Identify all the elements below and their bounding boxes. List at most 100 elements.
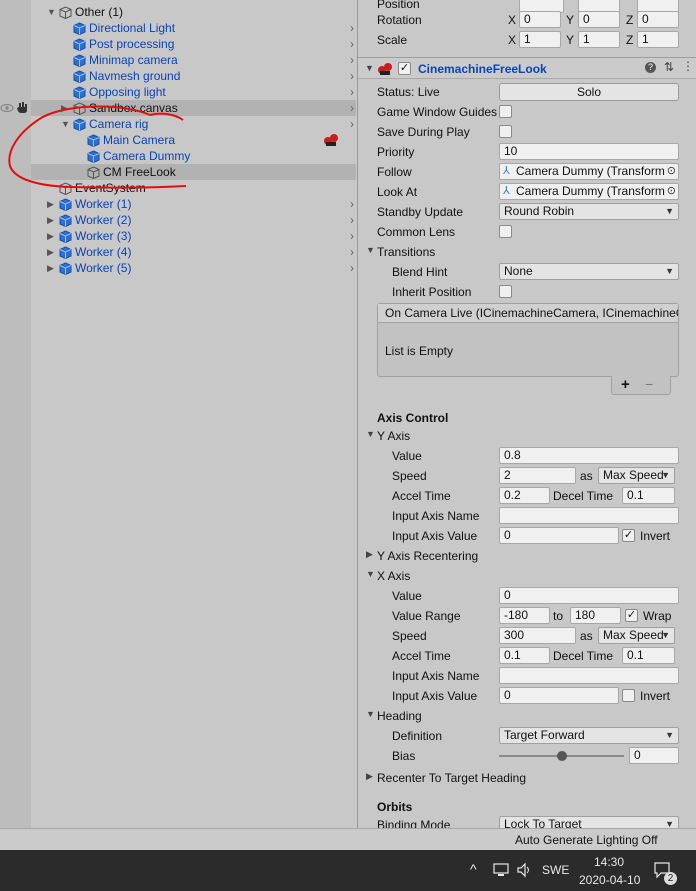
x-speed-field[interactable]: 300 — [499, 627, 576, 644]
x-axis-fold-icon[interactable]: ▼ — [366, 569, 375, 579]
open-prefab-chevron-icon[interactable]: › — [350, 68, 354, 84]
look-at-field[interactable]: Camera Dummy (Transform) ⅄ ⊙ — [499, 183, 679, 200]
open-prefab-chevron-icon[interactable]: › — [350, 100, 354, 116]
preset-icon[interactable]: ⇅ — [664, 60, 674, 74]
y-invert-checkbox[interactable]: ✓ — [622, 529, 635, 542]
y-input-value-field[interactable]: 0 — [499, 527, 619, 544]
transitions-label: Transitions — [377, 245, 436, 259]
hierarchy-item[interactable]: Minimap camera › — [31, 52, 356, 68]
fold-triangle-icon[interactable]: ▼ — [365, 63, 374, 73]
clock-date[interactable]: 2020-04-10 — [579, 873, 640, 887]
scale-x-field[interactable]: 1 — [519, 31, 561, 48]
prefab-cube-icon — [59, 214, 72, 227]
y-accel-label: Accel Time — [392, 489, 451, 503]
component-header[interactable]: ▼ ✓ CinemachineFreeLook ? ⇅ ⋮ — [358, 57, 696, 79]
x-accel-field[interactable]: 0.1 — [499, 647, 550, 664]
x-range-min-field[interactable]: -180 — [499, 607, 550, 624]
binding-mode-dropdown[interactable]: Lock To Target ▼ — [499, 816, 679, 828]
bias-field[interactable]: 0 — [629, 747, 679, 764]
component-enabled-checkbox[interactable]: ✓ — [398, 62, 411, 75]
dropdown-caret-icon: ▼ — [665, 819, 674, 828]
definition-dropdown[interactable]: Target Forward ▼ — [499, 727, 679, 744]
rotation-z-field[interactable]: 0 — [637, 11, 679, 28]
x-speed-mode-dropdown[interactable]: Max Speed ▼ — [598, 627, 675, 644]
hierarchy-item-label: Worker (5) — [75, 261, 132, 275]
hierarchy-item[interactable]: Opposing light › — [31, 84, 356, 100]
x-range-max-field[interactable]: 180 — [570, 607, 621, 624]
x-input-value-field[interactable]: 0 — [499, 687, 619, 704]
y-recentering-fold-icon[interactable]: ▶ — [366, 549, 373, 560]
transitions-fold-icon[interactable]: ▼ — [366, 245, 375, 255]
expand-arrow-icon[interactable]: ▶ — [47, 244, 54, 260]
hierarchy-item[interactable]: ▶ Worker (4) › — [31, 244, 356, 260]
hierarchy-item[interactable]: ▼ Other (1) — [31, 4, 356, 20]
y-value-field[interactable]: 0.8 — [499, 447, 679, 464]
x-wrap-checkbox[interactable]: ✓ — [625, 609, 638, 622]
expand-arrow-icon[interactable]: ▶ — [47, 260, 54, 276]
save-during-play-checkbox[interactable] — [499, 125, 512, 138]
solo-button[interactable]: Solo — [499, 83, 679, 101]
object-picker-icon[interactable]: ⊙ — [664, 184, 676, 199]
open-prefab-chevron-icon[interactable]: › — [350, 260, 354, 276]
add-listener-button[interactable]: + — [621, 376, 630, 393]
open-prefab-chevron-icon[interactable]: › — [350, 52, 354, 68]
hierarchy-item[interactable]: Navmesh ground › — [31, 68, 356, 84]
help-icon[interactable]: ? — [645, 62, 656, 73]
scale-y-field[interactable]: 1 — [578, 31, 620, 48]
hierarchy-item[interactable]: ▶ Worker (5) › — [31, 260, 356, 276]
x-value-field[interactable]: 0 — [499, 587, 679, 604]
x-decel-field[interactable]: 0.1 — [622, 647, 675, 664]
open-prefab-chevron-icon[interactable]: › — [350, 36, 354, 52]
open-prefab-chevron-icon[interactable]: › — [350, 212, 354, 228]
volume-icon[interactable] — [516, 862, 532, 878]
expand-arrow-icon[interactable]: ▶ — [47, 228, 54, 244]
priority-field[interactable]: 10 — [499, 143, 679, 160]
object-picker-icon[interactable]: ⊙ — [664, 164, 676, 179]
open-prefab-chevron-icon[interactable]: › — [350, 116, 354, 132]
on-camera-live-event: On Camera Live (ICinemachineCamera, ICin… — [377, 303, 679, 377]
open-prefab-chevron-icon[interactable]: › — [350, 228, 354, 244]
open-prefab-chevron-icon[interactable]: › — [350, 196, 354, 212]
expand-arrow-icon[interactable]: ▶ — [47, 212, 54, 228]
y-axis-fold-icon[interactable]: ▼ — [366, 429, 375, 439]
recenter-fold-icon[interactable]: ▶ — [366, 771, 373, 782]
hierarchy-item-label: Worker (3) — [75, 229, 132, 243]
rotation-x-field[interactable]: 0 — [519, 11, 561, 28]
remove-listener-button[interactable]: − — [645, 376, 653, 392]
hierarchy-item[interactable]: Directional Light › — [31, 20, 356, 36]
open-prefab-chevron-icon[interactable]: › — [350, 20, 354, 36]
language-indicator[interactable]: SWE — [542, 863, 569, 877]
blend-hint-label: Blend Hint — [392, 265, 448, 279]
scale-z-field[interactable]: 1 — [637, 31, 679, 48]
network-icon[interactable] — [493, 863, 509, 877]
common-lens-checkbox[interactable] — [499, 225, 512, 238]
open-prefab-chevron-icon[interactable]: › — [350, 84, 354, 100]
follow-field[interactable]: Camera Dummy (Transform) ⅄ ⊙ — [499, 163, 679, 180]
hierarchy-item[interactable]: ▶ Worker (3) › — [31, 228, 356, 244]
inherit-position-checkbox[interactable] — [499, 285, 512, 298]
tray-up-arrow-icon[interactable]: ^ — [470, 861, 477, 877]
y-input-name-field[interactable] — [499, 507, 679, 524]
game-window-guides-checkbox[interactable] — [499, 105, 512, 118]
open-prefab-chevron-icon[interactable]: › — [350, 244, 354, 260]
collapse-arrow-icon[interactable]: ▼ — [47, 4, 56, 20]
x-invert-checkbox[interactable] — [622, 689, 635, 702]
y-speed-mode-dropdown[interactable]: Max Speed ▼ — [598, 467, 675, 484]
blend-hint-dropdown[interactable]: None ▼ — [499, 263, 679, 280]
heading-fold-icon[interactable]: ▼ — [366, 709, 375, 719]
rotation-label: Rotation — [377, 13, 422, 27]
hierarchy-item[interactable]: ▶ Worker (2) › — [31, 212, 356, 228]
prefab-cube-icon — [59, 262, 72, 275]
component-menu-icon[interactable]: ⋮ — [682, 59, 694, 73]
clock-time[interactable]: 14:30 — [594, 855, 624, 869]
hierarchy-item[interactable]: Post processing › — [31, 36, 356, 52]
y-accel-field[interactable]: 0.2 — [499, 487, 550, 504]
x-input-name-field[interactable] — [499, 667, 679, 684]
standby-update-dropdown[interactable]: Round Robin ▼ — [499, 203, 679, 220]
rotation-y-field[interactable]: 0 — [578, 11, 620, 28]
y-decel-field[interactable]: 0.1 — [622, 487, 675, 504]
red-annotation-strokes — [8, 105, 187, 189]
y-speed-field[interactable]: 2 — [499, 467, 576, 484]
axis-control-row: Axis Control — [358, 408, 696, 428]
bias-slider-thumb[interactable] — [556, 751, 567, 761]
